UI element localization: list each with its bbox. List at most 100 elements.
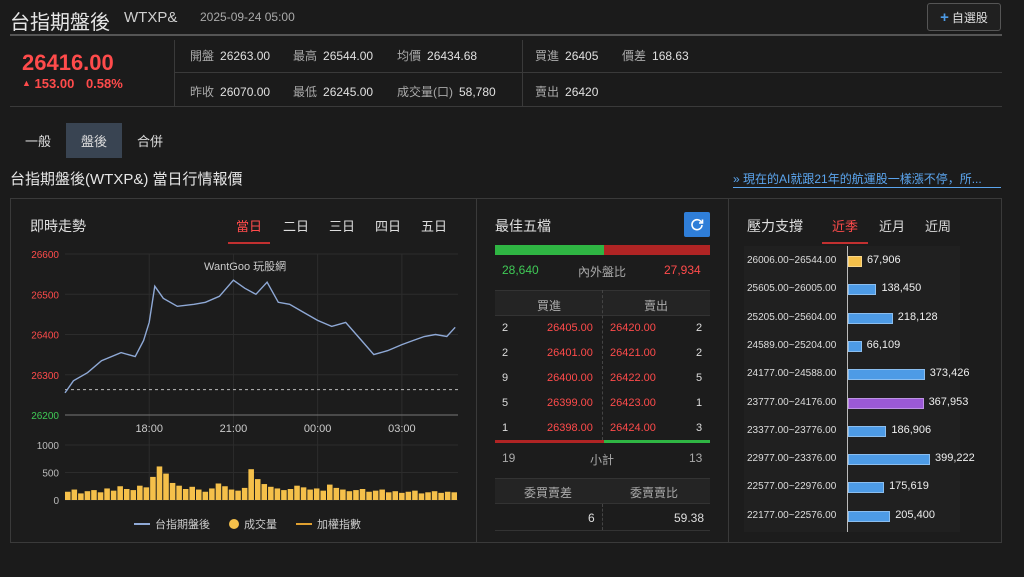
volume-bar (254, 479, 261, 500)
pressure-value: 66,109 (866, 338, 901, 351)
x-tick-label: 18:00 (135, 423, 163, 435)
volume-bar (97, 492, 104, 500)
pressure-range: 24589.00~25204.00 (747, 339, 837, 351)
volume-bar (202, 491, 209, 500)
volume-bar (261, 484, 268, 500)
news-link[interactable]: » 現在的AI就跟21年的航運股一樣漲不停，所... (733, 170, 1001, 188)
volume-bar (169, 482, 176, 500)
y-tick-label: 26500 (31, 290, 59, 301)
pressure-range: 25605.00~26005.00 (747, 283, 837, 295)
range-tab-1d[interactable]: 當日 (228, 216, 270, 244)
high-cell: 最高 26544.00 (293, 49, 374, 63)
refresh-button[interactable] (684, 212, 710, 237)
bid-value: 26405 (565, 49, 599, 63)
pressure-value: 138,450 (881, 282, 922, 295)
volume-bar (130, 490, 137, 500)
legend-index-icon (296, 523, 312, 525)
pressure-bar[interactable] (848, 510, 891, 522)
orderbook-header-buy: 買進 (537, 299, 562, 313)
range-tab-5d[interactable]: 五日 (415, 216, 453, 235)
volume-bar (307, 489, 313, 500)
range-tab-4d[interactable]: 四日 (369, 216, 407, 235)
volume-bar (156, 466, 163, 500)
pressure-bar[interactable] (848, 340, 862, 352)
volume-bar (274, 488, 281, 500)
volume-value: 58,780 (459, 85, 496, 99)
trend-chart[interactable]: 26600 26500 26400 26300 26200 18:00 21:00 00:00… (20, 245, 470, 515)
volume-bar (444, 491, 451, 500)
volume-bar (209, 488, 215, 500)
pressure-bar[interactable] (848, 369, 925, 381)
ask-price: 26420.00 (610, 322, 656, 334)
tab-combined[interactable]: 合併 (122, 123, 178, 158)
volume-bar (281, 490, 287, 500)
pressure-tab-week[interactable]: 近周 (918, 216, 958, 235)
sum-buy: 19 (502, 451, 516, 465)
volume-bar (385, 492, 392, 500)
volume-bar (327, 484, 333, 500)
volume-bar (438, 492, 444, 500)
range-tab-2d[interactable]: 二日 (277, 216, 315, 235)
pressure-tab-month[interactable]: 近月 (872, 216, 912, 235)
up-arrow-icon: ▲ (22, 78, 31, 88)
price-line (64, 279, 456, 394)
orderbook-divider (602, 290, 603, 440)
bottom-bar-sell (604, 440, 710, 443)
tab-general[interactable]: 一般 (10, 123, 66, 158)
bid-price: 26399.00 (547, 397, 593, 409)
bid-qty: 5 (502, 397, 509, 409)
pressure-value: 367,953 (928, 395, 969, 408)
volume-bar (150, 476, 156, 500)
pressure-value: 67,906 (866, 254, 901, 266)
volume-bar (313, 488, 320, 500)
pressure-tab-quarter[interactable]: 近季 (822, 216, 868, 244)
change-percent: 0.58% (85, 76, 123, 91)
volume-bar (372, 490, 379, 500)
volume-bar (91, 490, 97, 500)
bid-qty: 1 (502, 422, 509, 434)
y-tick-label: 26600 (31, 250, 59, 261)
trend-title: 即時走勢 (30, 218, 86, 234)
volume-bar (418, 493, 425, 500)
pressure-bar[interactable] (848, 312, 893, 324)
pressure-bar[interactable] (848, 397, 924, 409)
volume-bar (222, 486, 228, 500)
range-tab-3d[interactable]: 三日 (323, 216, 361, 235)
tab-after-hours[interactable]: 盤後 (66, 123, 122, 158)
volume-bar (340, 489, 346, 500)
bid-qty: 2 (502, 347, 509, 359)
volume-bar (412, 490, 418, 500)
volume-bar (425, 492, 431, 500)
volume-bar (346, 491, 353, 500)
chart-watermark: WantGoo 玩股網 (204, 261, 287, 273)
ratio-bar-sell (604, 245, 710, 255)
pressure-bar[interactable] (848, 284, 877, 296)
add-watchlist-button[interactable]: + 自選股 (927, 3, 1001, 31)
pressure-bar[interactable] (848, 482, 885, 494)
volume-bar (71, 489, 78, 500)
pressure-bar[interactable] (848, 256, 862, 267)
prev-close-value: 26070.00 (220, 85, 271, 99)
bid-qty: 2 (502, 322, 509, 334)
sum-label: 小計 (590, 453, 615, 467)
volume-bar (228, 489, 235, 500)
pressure-bar[interactable] (848, 425, 887, 437)
legend-volume-icon (229, 519, 239, 529)
bottom-bar-buy (495, 440, 604, 443)
pressure-value: 218,128 (897, 310, 938, 323)
x-tick-label: 00:00 (304, 423, 332, 435)
pressure-range: 26006.00~26544.00 (747, 255, 837, 266)
pressure-bar[interactable] (848, 454, 930, 466)
volume-bar (137, 485, 143, 500)
volume-bar (248, 469, 254, 500)
volume-bar (300, 487, 307, 500)
ask-qty: 2 (696, 322, 703, 334)
plus-icon: + (940, 8, 949, 26)
pressure-value: 186,906 (891, 423, 932, 436)
ratio-value: 59.38 (674, 511, 705, 525)
ask-qty: 1 (696, 397, 703, 409)
ratio-bar-buy (495, 245, 604, 255)
ask-qty: 5 (696, 372, 703, 384)
chart-legend: 台指期盤後 成交量 加權指數 (134, 516, 361, 532)
price-change: ▲ 153.00 0.58% (22, 76, 123, 91)
